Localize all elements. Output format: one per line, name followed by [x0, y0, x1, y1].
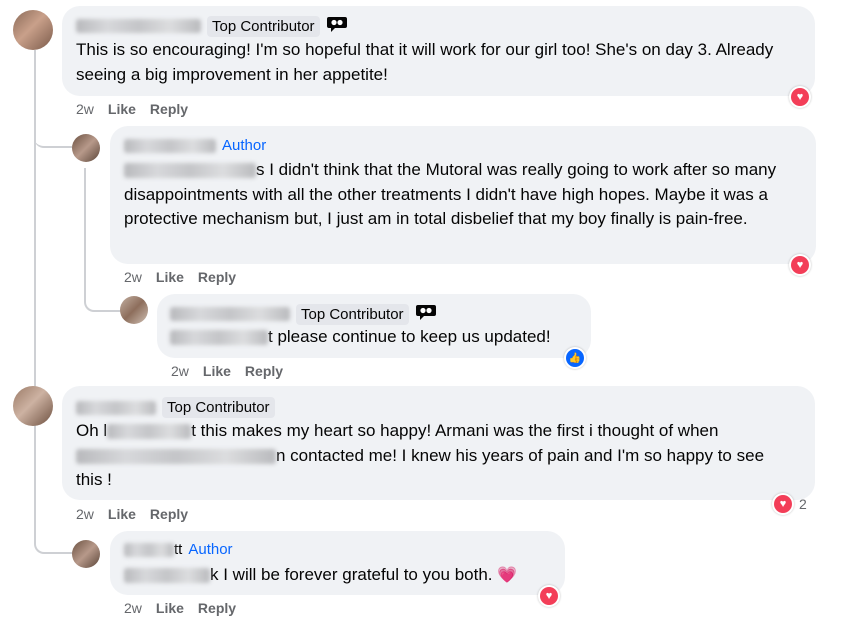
comment-text-line: n contacted me! I knew his years of pain…: [76, 444, 806, 469]
comment-timestamp[interactable]: 2w: [171, 363, 189, 379]
reaction-count[interactable]: 2: [799, 496, 807, 512]
avatar[interactable]: [13, 10, 53, 50]
sparkling-heart-icon: 💗: [497, 567, 518, 584]
top-contributor-badge: Top Contributor: [296, 303, 409, 325]
comment-text: k I will be forever grateful to you both…: [124, 563, 564, 589]
avatar[interactable]: [13, 386, 53, 426]
comment-author-row: Top Contributor: [170, 303, 437, 325]
thumbs-up-icon: 👍: [568, 352, 582, 364]
heart-icon: ♥: [796, 91, 804, 103]
comment-text-body: t please continue to keep us updated!: [268, 327, 551, 346]
comment-text-fragment: Oh l: [76, 421, 108, 440]
author-name-fragment[interactable]: tt: [174, 541, 182, 558]
comment-timestamp[interactable]: 2w: [76, 506, 94, 522]
text-redacted: [124, 568, 210, 584]
thread-connector: [84, 290, 122, 312]
author-name-redacted[interactable]: [124, 138, 216, 153]
thread-connector: [34, 120, 72, 148]
avatar[interactable]: [72, 540, 100, 568]
like-button[interactable]: Like: [108, 506, 136, 522]
comment-text: s I didn't think that the Mutoral was re…: [124, 158, 804, 232]
heart-icon: ♥: [796, 259, 804, 271]
comment-text-fragment: n contacted me! I knew his years of pain…: [276, 445, 765, 465]
love-reaction[interactable]: ♥: [789, 254, 811, 276]
comment-author-row: Top Contributor: [76, 15, 348, 37]
reply-button[interactable]: Reply: [150, 101, 188, 117]
avatar[interactable]: [72, 134, 100, 162]
thread-line: [34, 50, 36, 500]
like-reaction[interactable]: 👍: [564, 347, 586, 369]
comment-actions: 2w Like Reply: [76, 506, 188, 522]
mention-redacted[interactable]: [124, 163, 256, 179]
love-reaction[interactable]: ♥: [538, 585, 560, 607]
text-redacted: [76, 448, 276, 464]
comment-actions: 2w Like Reply: [171, 363, 283, 379]
reply-button[interactable]: Reply: [198, 269, 236, 285]
thread-connector: [34, 500, 74, 554]
comment-actions: 2w Like Reply: [124, 600, 236, 616]
comment-timestamp[interactable]: 2w: [124, 600, 142, 616]
comment-text: Oh l t this makes my heart so happy! Arma…: [76, 419, 806, 493]
author-name-redacted[interactable]: [76, 400, 156, 415]
author-name-redacted[interactable]: [170, 307, 290, 321]
comment-text: This is so encouraging! I'm so hopeful t…: [76, 40, 774, 84]
comment-author-row: Author: [124, 137, 266, 154]
like-button[interactable]: Like: [203, 363, 231, 379]
reply-button[interactable]: Reply: [245, 363, 283, 379]
top-contributor-badge: Top Contributor: [162, 397, 275, 418]
comment-author-row: tt Author: [124, 541, 233, 558]
comment-text: t please continue to keep us updated!: [170, 325, 590, 350]
avatar[interactable]: [120, 296, 148, 324]
comment-actions: 2w Like Reply: [124, 269, 236, 285]
love-reaction[interactable]: ♥: [789, 86, 811, 108]
comment-timestamp[interactable]: 2w: [76, 101, 94, 117]
comment-text-line: this !: [76, 470, 112, 489]
badge-chat-icon: [415, 303, 437, 325]
heart-icon: ♥: [779, 498, 787, 510]
comment-timestamp[interactable]: 2w: [124, 269, 142, 285]
like-button[interactable]: Like: [108, 101, 136, 117]
text-redacted: [107, 424, 192, 440]
reply-button[interactable]: Reply: [150, 506, 188, 522]
comment-text-fragment: t this makes my heart so happy! Armani w…: [191, 421, 719, 440]
top-contributor-badge: Top Contributor: [207, 15, 320, 37]
like-button[interactable]: Like: [156, 600, 184, 616]
reply-button[interactable]: Reply: [198, 600, 236, 616]
love-reaction[interactable]: ♥: [772, 493, 794, 515]
like-button[interactable]: Like: [156, 269, 184, 285]
comment-author-row: Top Contributor: [76, 397, 275, 418]
author-name-redacted[interactable]: [76, 19, 201, 33]
thread-line: [84, 168, 86, 298]
comment-actions: 2w Like Reply: [76, 101, 188, 117]
author-badge: Author: [222, 137, 267, 154]
badge-chat-icon: [326, 15, 348, 37]
heart-icon: ♥: [545, 590, 553, 602]
author-name-redacted[interactable]: [124, 542, 174, 557]
text-redacted: [170, 330, 268, 346]
author-badge: Author: [188, 541, 233, 558]
comment-text-body: k I will be forever grateful to you both…: [210, 565, 493, 584]
comment-text-line: Oh l t this makes my heart so happy! Arma…: [76, 419, 806, 444]
